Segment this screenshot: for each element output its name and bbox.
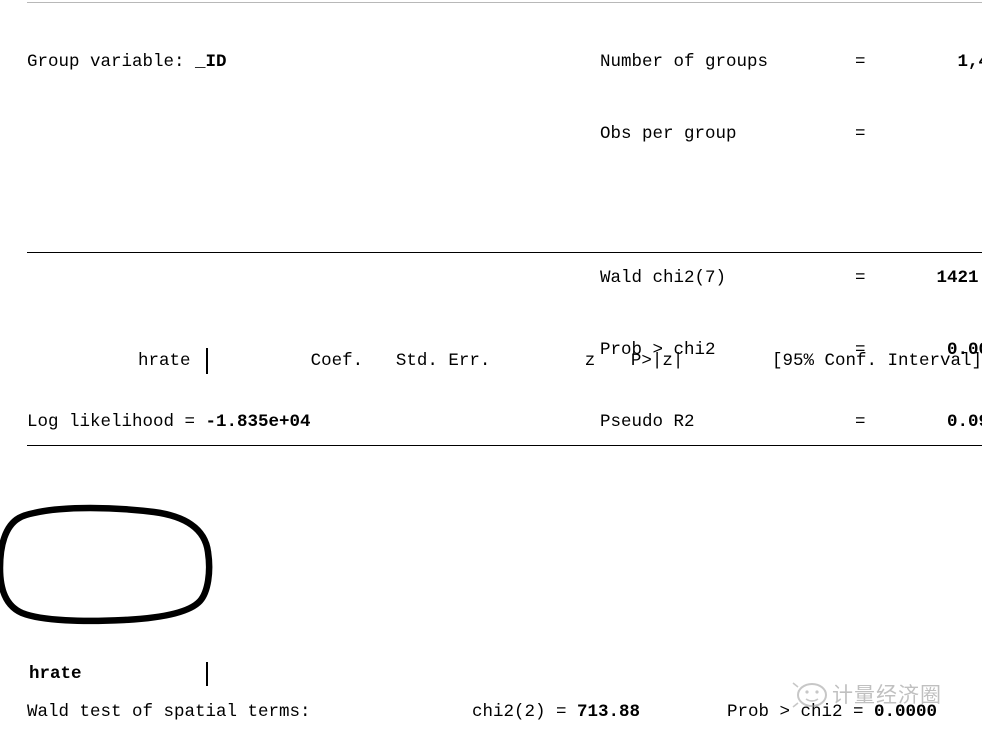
regression-results-table: hrate Coef. Std. Err. z P>|z| [95% Conf.… [27, 180, 982, 737]
column-header-z: z [584, 351, 596, 371]
stat-label: Number of groups [600, 52, 769, 72]
stat-value: 1,412 [957, 52, 982, 72]
stat-row-obs-per-group: Obs per group = 4 [600, 122, 982, 146]
table-header-row: hrate Coef. Std. Err. z P>|z| [95% Conf.… [27, 348, 982, 374]
wald-prob-value: 0.0000 [874, 702, 938, 722]
group-label-hrate: hrate [29, 664, 82, 684]
column-separator [206, 348, 208, 374]
stata-output-screen: Group variable: _ID Log likelihood = -1.… [0, 0, 982, 737]
wald-chi2-group: chi2(2) = 713.88 [472, 700, 727, 724]
spacer-row-after-header [27, 542, 982, 566]
column-header-coef: Coef. [310, 351, 364, 371]
group-label-row-hrate: hrate [27, 662, 982, 686]
wald-chi2-label: chi2(2) = [472, 702, 567, 722]
stat-equals: = [855, 52, 866, 72]
wald-chi2-value: 713.88 [577, 702, 641, 722]
wald-prob-label: Prob > chi2 = [727, 702, 864, 722]
group-variable-label: Group variable: [27, 52, 185, 72]
wald-test-footer: Wald test of spatial terms: chi2(2) = 713… [27, 700, 937, 724]
group-variable-row: Group variable: _ID [27, 50, 311, 74]
column-header-name: hrate [138, 351, 191, 371]
header-left-spacer-1 [27, 122, 311, 146]
column-header-pvalue: P>|z| [630, 351, 684, 371]
wald-test-label: Wald test of spatial terms: [27, 702, 311, 722]
table-header-rule [27, 445, 982, 446]
column-header-conf-interval: [95% Conf. Interval] [771, 351, 982, 371]
column-separator [206, 662, 208, 686]
wald-prob-group: Prob > chi2 = 0.0000 [727, 700, 937, 724]
column-header-std-err: Std. Err. [395, 351, 491, 371]
stat-row-number-of-groups: Number of groups = 1,412 [600, 50, 982, 74]
stat-label: Obs per group [600, 124, 737, 144]
column-separator [206, 542, 208, 566]
table-top-rule [27, 252, 982, 253]
group-variable-value: _ID [195, 52, 227, 72]
stat-value: 4 [905, 122, 982, 146]
stat-equals: = [855, 124, 866, 144]
